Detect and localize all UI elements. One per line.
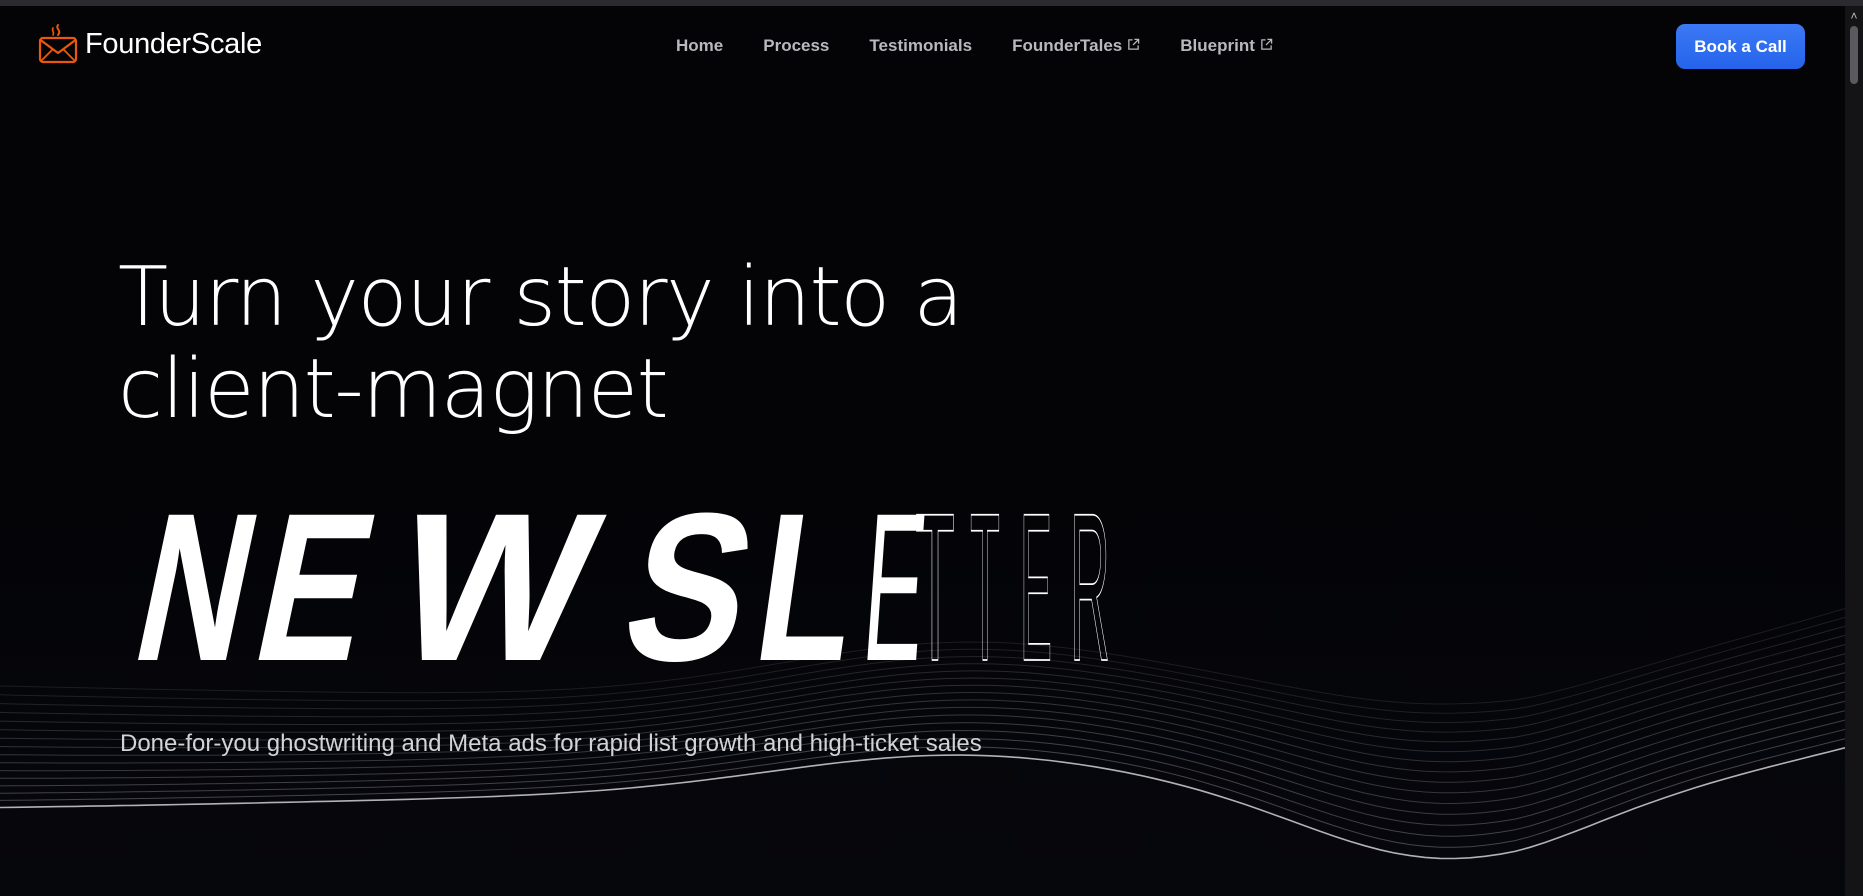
external-link-icon (1261, 38, 1273, 50)
headline-line-2: client-magnet (118, 342, 669, 437)
scroll-thumb[interactable] (1850, 26, 1858, 84)
nav-link-label: Home (676, 36, 724, 55)
newsletter-letter: R (1070, 472, 1110, 672)
nav-link-label: Testimonials (869, 36, 973, 55)
top-navigation: FounderScale Home Process Testimonials F… (0, 6, 1845, 88)
newsletter-letter: S (606, 472, 774, 672)
newsletter-display-word: NEWSLET T E R (118, 472, 1111, 672)
newsletter-letter: T (970, 472, 1000, 672)
nav-link-home[interactable]: Home (676, 36, 723, 56)
hero-headline: Turn your story into a client-magnet (118, 250, 964, 437)
external-link-icon (1128, 38, 1140, 50)
nav-links: Home Process Testimonials FounderTales B… (676, 36, 1273, 56)
brand-logo[interactable]: FounderScale (38, 22, 262, 66)
hero-subtitle: Done-for-you ghostwriting and Meta ads f… (120, 730, 982, 757)
newsletter-letter: E (1020, 472, 1052, 672)
nav-link-testimonials[interactable]: Testimonials (869, 36, 972, 56)
landing-page: FounderScale Home Process Testimonials F… (0, 6, 1845, 896)
nav-link-label: Blueprint (1180, 36, 1255, 55)
envelope-flame-icon (38, 24, 78, 64)
newsletter-letter: T (915, 472, 955, 672)
nav-link-process[interactable]: Process (763, 36, 829, 56)
nav-link-foundertales[interactable]: FounderTales (1012, 36, 1140, 56)
headline-line-1: Turn your story into a (118, 250, 964, 345)
book-a-call-button[interactable]: Book a Call (1676, 24, 1805, 69)
nav-link-label: FounderTales (1012, 36, 1123, 55)
nav-link-blueprint[interactable]: Blueprint (1180, 36, 1273, 56)
nav-link-label: Process (763, 36, 830, 55)
brand-name: FounderScale (85, 27, 262, 60)
scroll-up-icon[interactable]: ˄ (1845, 8, 1863, 24)
newsletter-letter: W (376, 472, 617, 672)
page-scrollbar[interactable]: ˄ (1845, 6, 1863, 896)
